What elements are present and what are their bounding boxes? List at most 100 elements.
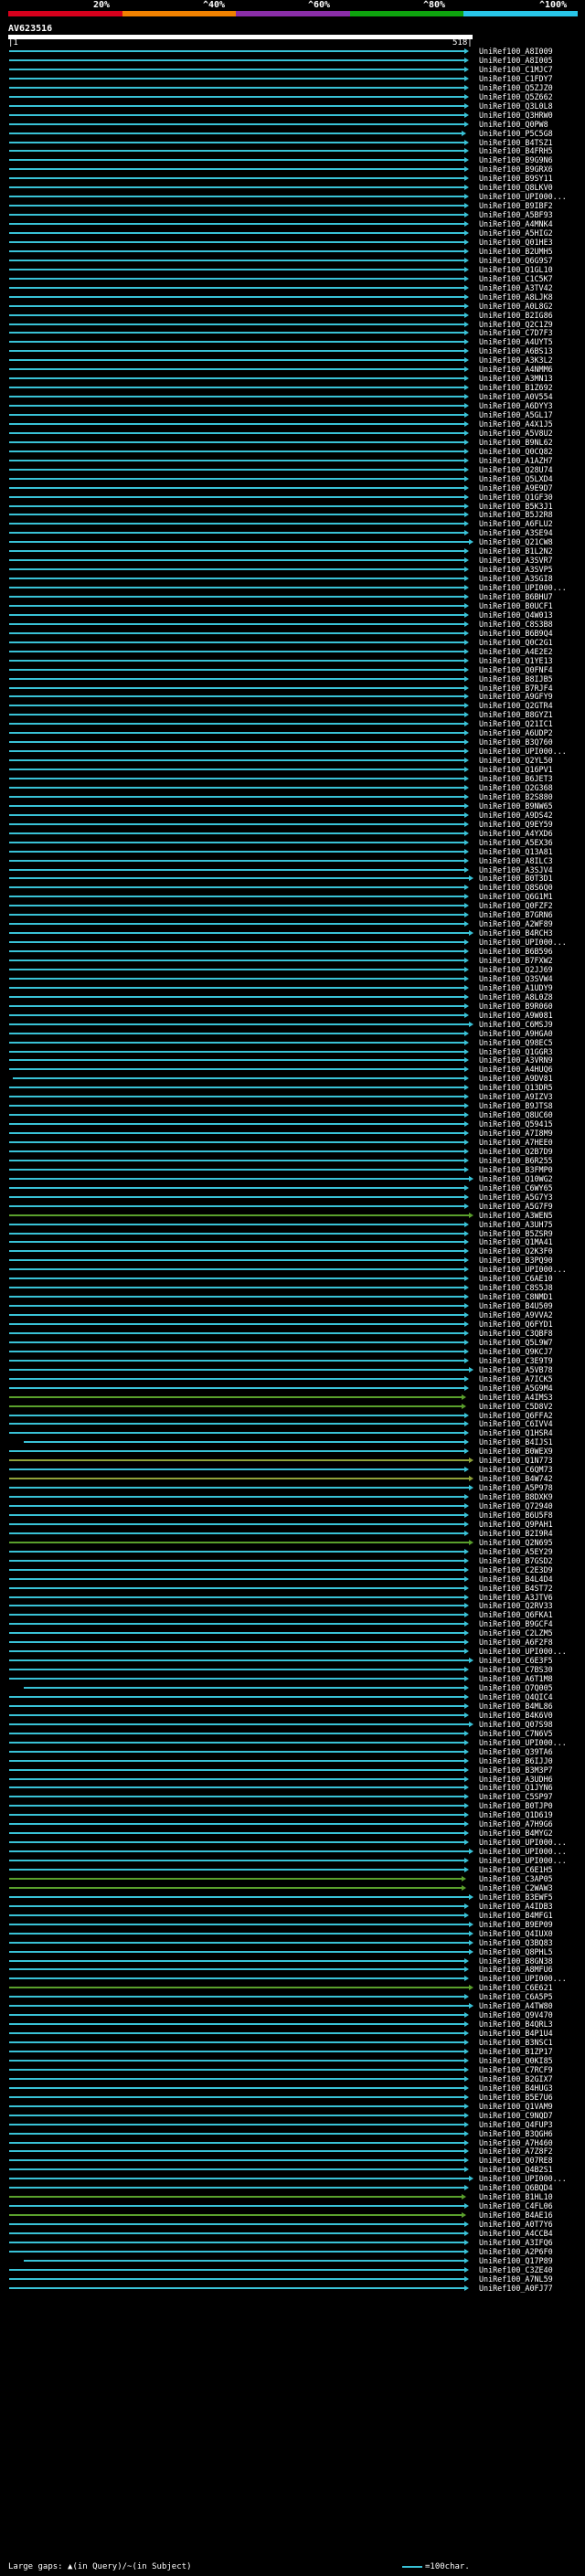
- hit-alignment-line[interactable]: [9, 1577, 464, 1580]
- hit-id-link[interactable]: UniRef100_Q8S6Q0: [479, 883, 553, 892]
- hit-alignment-line[interactable]: [9, 1013, 464, 1016]
- hit-id-link[interactable]: UniRef100_B6R255: [479, 1156, 553, 1165]
- hit-alignment-line[interactable]: [9, 1204, 464, 1207]
- hit-alignment-line[interactable]: [9, 2123, 464, 2125]
- hit-id-link[interactable]: UniRef100_C6AE10: [479, 1274, 553, 1283]
- hit-alignment-line[interactable]: [9, 1996, 464, 1998]
- hit-id-link[interactable]: UniRef100_A8ILC3: [479, 856, 553, 865]
- hit-alignment-line[interactable]: [9, 1277, 464, 1280]
- hit-id-link[interactable]: UniRef100_Q9PAH1: [479, 1520, 553, 1529]
- hit-alignment-line[interactable]: [9, 122, 464, 125]
- hit-id-link[interactable]: UniRef100_Q1HSR4: [479, 1428, 553, 1437]
- hit-alignment-line[interactable]: [9, 268, 464, 270]
- hit-id-link[interactable]: UniRef100_Q5LXD4: [479, 474, 553, 483]
- hit-id-link[interactable]: UniRef100_Q16PV1: [479, 765, 553, 774]
- hit-alignment-line[interactable]: [9, 813, 464, 816]
- hit-alignment-line[interactable]: [9, 1350, 464, 1352]
- hit-alignment-line[interactable]: [9, 859, 464, 862]
- hit-alignment-line[interactable]: [9, 1432, 464, 1435]
- hit-alignment-line[interactable]: [9, 1423, 464, 1426]
- hit-id-link[interactable]: UniRef100_A8LJK8: [479, 292, 553, 302]
- hit-id-link[interactable]: UniRef100_B4U509: [479, 1301, 553, 1310]
- hit-alignment-line[interactable]: [9, 1950, 469, 1953]
- hit-id-link[interactable]: UniRef100_Q10WG2: [479, 1174, 553, 1183]
- hit-alignment-line[interactable]: [9, 1987, 469, 1989]
- hit-id-link[interactable]: UniRef100_Q6FFA2: [479, 1411, 553, 1420]
- hit-alignment-line[interactable]: [9, 1605, 464, 1607]
- hit-alignment-line[interactable]: [9, 159, 464, 162]
- hit-id-link[interactable]: UniRef100_C6E3F5: [479, 1656, 553, 1665]
- hit-alignment-line[interactable]: [9, 422, 464, 425]
- hit-alignment-line[interactable]: [9, 822, 464, 825]
- hit-alignment-line[interactable]: [9, 886, 464, 889]
- hit-alignment-line[interactable]: [9, 1241, 464, 1244]
- hit-id-link[interactable]: UniRef100_B2GIX7: [479, 2074, 553, 2083]
- hit-id-link[interactable]: UniRef100_Q2RV33: [479, 1601, 553, 1610]
- hit-id-link[interactable]: UniRef100_A4NMM6: [479, 365, 553, 374]
- hit-alignment-line[interactable]: [9, 1513, 464, 1516]
- hit-id-link[interactable]: UniRef100_C6QM73: [479, 1465, 553, 1474]
- hit-id-link[interactable]: UniRef100_B2IG86: [479, 311, 553, 320]
- hit-alignment-line[interactable]: [9, 2241, 464, 2243]
- hit-id-link[interactable]: UniRef100_A9W081: [479, 1011, 553, 1020]
- hit-id-link[interactable]: UniRef100_Q59415: [479, 1119, 553, 1129]
- hit-alignment-line[interactable]: [9, 1223, 464, 1225]
- hit-id-link[interactable]: UniRef100_A3TV42: [479, 283, 553, 292]
- hit-alignment-line[interactable]: [9, 769, 464, 771]
- hit-id-link[interactable]: UniRef100_B9G9N6: [479, 155, 553, 164]
- hit-alignment-line[interactable]: [9, 1050, 464, 1053]
- hit-id-link[interactable]: UniRef100_UPI000...: [479, 747, 567, 756]
- hit-id-link[interactable]: UniRef100_C3E9T9: [479, 1356, 553, 1365]
- hit-alignment-line[interactable]: [9, 2141, 464, 2144]
- hit-id-link[interactable]: UniRef100_Q1VAM9: [479, 2102, 553, 2111]
- hit-id-link[interactable]: UniRef100_A5G7F9: [479, 1202, 553, 1211]
- hit-id-link[interactable]: UniRef100_C1C5K7: [479, 274, 553, 283]
- hit-id-link[interactable]: UniRef100_B0UCF1: [479, 601, 553, 610]
- hit-alignment-line[interactable]: [9, 223, 464, 226]
- hit-id-link[interactable]: UniRef100_A4CCB4: [479, 2229, 553, 2238]
- hit-alignment-line[interactable]: [9, 714, 464, 716]
- hit-alignment-line[interactable]: [9, 705, 464, 707]
- hit-alignment-line[interactable]: [9, 1741, 464, 1744]
- hit-id-link[interactable]: UniRef100_Q5Z662: [479, 92, 553, 101]
- hit-alignment-line[interactable]: [9, 596, 464, 598]
- hit-alignment-line[interactable]: [9, 514, 464, 516]
- hit-alignment-line[interactable]: [9, 523, 464, 525]
- hit-alignment-line[interactable]: [9, 68, 464, 70]
- hit-id-link[interactable]: UniRef100_B1HL10: [479, 2192, 553, 2201]
- hit-id-link[interactable]: UniRef100_B7FXW2: [479, 956, 553, 965]
- hit-alignment-line[interactable]: [9, 1650, 464, 1653]
- hit-alignment-line[interactable]: [9, 1386, 464, 1389]
- hit-alignment-line[interactable]: [9, 2005, 469, 2008]
- hit-alignment-line[interactable]: [9, 1123, 464, 1126]
- hit-alignment-line[interactable]: [9, 532, 464, 535]
- hit-id-link[interactable]: UniRef100_Q4IUX0: [479, 1929, 553, 1938]
- hit-alignment-line[interactable]: [9, 786, 464, 789]
- hit-alignment-line[interactable]: [9, 459, 464, 461]
- hit-id-link[interactable]: UniRef100_B4RCH3: [479, 928, 553, 938]
- hit-alignment-line[interactable]: [9, 1450, 464, 1453]
- hit-alignment-line[interactable]: [9, 868, 464, 871]
- hit-alignment-line[interactable]: [9, 941, 464, 944]
- hit-id-link[interactable]: UniRef100_C3QBF8: [479, 1329, 553, 1338]
- hit-id-link[interactable]: UniRef100_A0V554: [479, 392, 553, 401]
- hit-alignment-line[interactable]: [9, 541, 469, 544]
- hit-id-link[interactable]: UniRef100_A4IMS3: [479, 1393, 553, 1402]
- hit-alignment-line[interactable]: [9, 732, 464, 735]
- hit-alignment-line[interactable]: [9, 304, 464, 307]
- hit-alignment-line[interactable]: [9, 132, 462, 134]
- hit-alignment-line[interactable]: [9, 968, 464, 970]
- hit-id-link[interactable]: UniRef100_A9DV81: [479, 1074, 553, 1083]
- hit-alignment-line[interactable]: [9, 1214, 469, 1216]
- hit-alignment-line[interactable]: [9, 1678, 464, 1680]
- hit-id-link[interactable]: UniRef100_Q98EC5: [479, 1038, 553, 1047]
- hit-alignment-line[interactable]: [9, 2095, 464, 2098]
- hit-id-link[interactable]: UniRef100_C6IVV4: [479, 1419, 553, 1428]
- hit-alignment-line[interactable]: [9, 277, 464, 280]
- hit-alignment-line[interactable]: [9, 1823, 464, 1826]
- hit-alignment-line[interactable]: [9, 495, 464, 498]
- hit-id-link[interactable]: UniRef100_B3EWF5: [479, 1892, 553, 1902]
- hit-alignment-line[interactable]: [9, 1860, 464, 1862]
- hit-alignment-line[interactable]: [9, 1796, 464, 1798]
- hit-alignment-line[interactable]: [9, 405, 464, 408]
